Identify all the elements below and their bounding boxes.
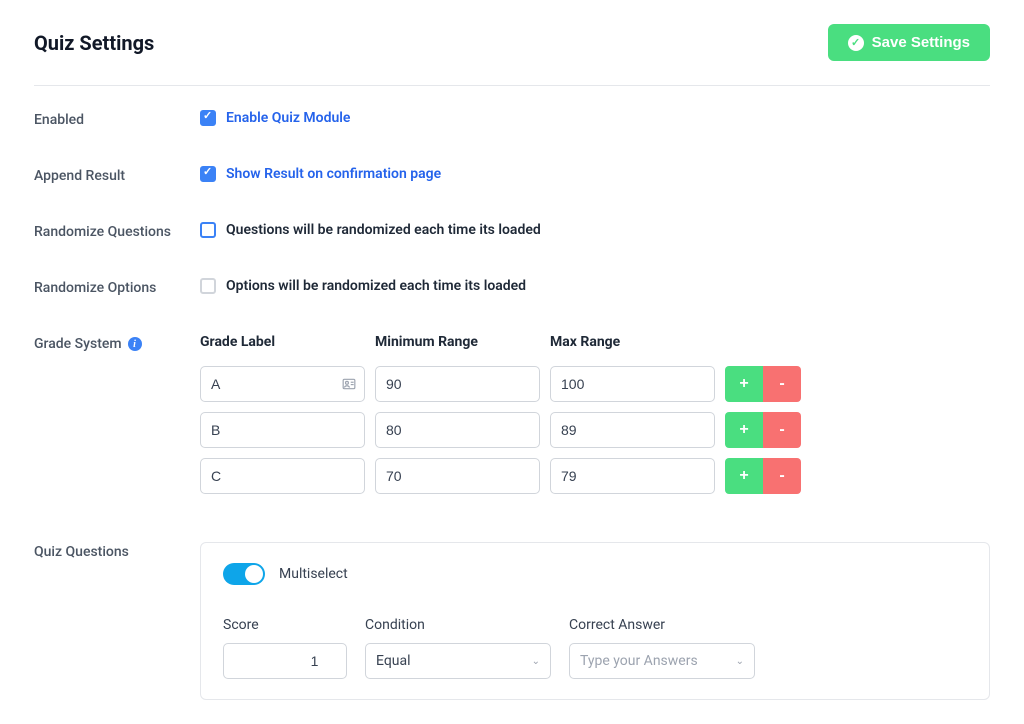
- randomize-options-label: Randomize Options: [34, 278, 200, 296]
- show-result-checkbox[interactable]: [200, 166, 216, 182]
- enabled-label: Enabled: [34, 110, 200, 128]
- min-range-header: Minimum Range: [375, 334, 540, 350]
- quiz-questions-label: Quiz Questions: [34, 542, 200, 560]
- grade-row: + -: [200, 412, 990, 448]
- grade-system-row: Grade System i Grade Label Minimum Range…: [34, 334, 990, 504]
- save-button-label: Save Settings: [872, 34, 970, 51]
- chevron-down-icon: ⌄: [532, 656, 540, 667]
- remove-grade-button[interactable]: -: [763, 458, 801, 494]
- grade-row: + -: [200, 366, 990, 402]
- add-grade-button[interactable]: +: [725, 458, 763, 494]
- enabled-row: Enabled Enable Quiz Module: [34, 110, 990, 128]
- check-icon: ✓: [848, 35, 864, 51]
- condition-select[interactable]: Equal ⌄: [365, 643, 551, 679]
- append-result-row: Append Result Show Result on confirmatio…: [34, 166, 990, 184]
- page-title: Quiz Settings: [34, 31, 154, 55]
- grade-system-label-text: Grade System: [34, 336, 122, 352]
- contact-card-icon: [341, 377, 357, 391]
- quiz-questions-panel: Multiselect Score Condition Correct Answ…: [200, 542, 990, 700]
- multiselect-label: Multiselect: [279, 566, 348, 582]
- grade-system-label: Grade System i: [34, 334, 200, 352]
- multiselect-toggle[interactable]: [223, 563, 265, 585]
- grade-label-header: Grade Label: [200, 334, 365, 350]
- enable-quiz-label[interactable]: Enable Quiz Module: [226, 110, 350, 126]
- max-range-input[interactable]: [550, 366, 715, 402]
- remove-grade-button[interactable]: -: [763, 412, 801, 448]
- grade-label-input[interactable]: [200, 458, 365, 494]
- multiselect-row: Multiselect: [223, 563, 967, 585]
- correct-answer-placeholder: Type your Answers: [580, 653, 698, 669]
- show-result-label[interactable]: Show Result on confirmation page: [226, 166, 441, 182]
- randomize-options-row: Randomize Options Options will be random…: [34, 278, 990, 296]
- randomize-options-checkbox[interactable]: [200, 278, 216, 294]
- max-range-input[interactable]: [550, 412, 715, 448]
- score-input-wrap: ▲ ▼: [223, 643, 347, 679]
- min-range-input[interactable]: [375, 412, 540, 448]
- grade-row: + -: [200, 458, 990, 494]
- append-result-label: Append Result: [34, 166, 200, 184]
- grade-table-header: Grade Label Minimum Range Max Range: [200, 334, 990, 350]
- add-grade-button[interactable]: +: [725, 366, 763, 402]
- grade-label-input[interactable]: [200, 412, 365, 448]
- randomize-options-text: Options will be randomized each time its…: [226, 278, 526, 294]
- min-range-input[interactable]: [375, 458, 540, 494]
- remove-grade-button[interactable]: -: [763, 366, 801, 402]
- quiz-questions-row: Quiz Questions Multiselect Score Conditi…: [34, 542, 990, 700]
- correct-answer-select[interactable]: Type your Answers ⌄: [569, 643, 755, 679]
- score-header: Score: [223, 617, 347, 633]
- condition-value: Equal: [376, 653, 411, 669]
- settings-header: Quiz Settings ✓ Save Settings: [34, 24, 990, 86]
- randomize-questions-row: Randomize Questions Questions will be ra…: [34, 222, 990, 240]
- randomize-questions-text: Questions will be randomized each time i…: [226, 222, 541, 238]
- min-range-input[interactable]: [375, 366, 540, 402]
- randomize-questions-checkbox[interactable]: [200, 222, 216, 238]
- max-range-header: Max Range: [550, 334, 715, 350]
- randomize-questions-label: Randomize Questions: [34, 222, 200, 240]
- condition-header: Condition: [365, 617, 551, 633]
- max-range-input[interactable]: [550, 458, 715, 494]
- correct-answer-header: Correct Answer: [569, 617, 755, 633]
- enable-quiz-checkbox[interactable]: [200, 110, 216, 126]
- quiz-question-row: ▲ ▼ Equal ⌄ Type your Answers ⌄: [223, 643, 967, 679]
- add-grade-button[interactable]: +: [725, 412, 763, 448]
- chevron-down-icon: ⌄: [736, 656, 744, 667]
- quiz-question-header: Score Condition Correct Answer: [223, 617, 967, 633]
- save-settings-button[interactable]: ✓ Save Settings: [828, 24, 990, 61]
- info-icon[interactable]: i: [128, 337, 142, 351]
